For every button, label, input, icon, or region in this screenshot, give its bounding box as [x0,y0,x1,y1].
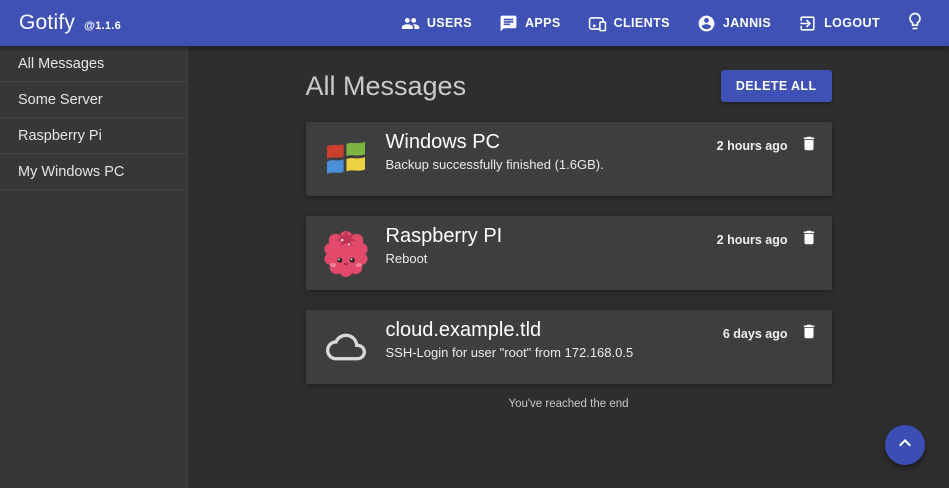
message-title: Raspberry PI [386,225,717,248]
raspberry-icon [323,228,369,278]
sidebar-item-label: My Windows PC [18,164,124,180]
nav-users[interactable]: USERS [401,14,472,33]
scroll-to-top-button[interactable] [885,425,925,465]
nav-account-label: JANNIS [723,16,771,30]
message-timestamp: 6 days ago [723,327,788,341]
delete-message-button[interactable] [799,321,819,347]
delete-all-button[interactable]: DELETE ALL [721,70,832,102]
chat-icon [499,14,518,33]
nav-logout[interactable]: LOGOUT [798,14,880,33]
nav-users-label: USERS [427,16,472,30]
exit-to-app-icon [798,14,817,33]
sidebar-item-label: All Messages [18,56,104,72]
page-layout: All Messages Some Server Raspberry Pi My… [0,46,949,488]
page-title: All Messages [306,71,467,102]
nav-logout-label: LOGOUT [824,16,880,30]
sidebar-item-label: Some Server [18,92,103,108]
chevron-up-icon [893,431,917,460]
app-title: Gotify [19,11,75,35]
people-icon [401,14,420,33]
message-title: Windows PC [386,131,717,154]
sidebar-item-label: Raspberry Pi [18,128,102,144]
message-timestamp: 2 hours ago [717,139,788,153]
message-text: Windows PC Backup successfully finished … [386,122,717,173]
message-card: Raspberry PI Reboot 2 hours ago [306,216,832,290]
message-card: cloud.example.tld SSH-Login for user "ro… [306,310,832,384]
top-navbar: Gotify @1.1.6 USERS APPS CLIENTS JANNIS … [0,0,949,46]
windows-logo-icon [323,140,369,178]
message-timestamp: 2 hours ago [717,233,788,247]
nav-clients-label: CLIENTS [614,16,670,30]
message-meta: 2 hours ago [717,216,819,253]
sidebar-item-my-windows-pc[interactable]: My Windows PC [0,154,187,190]
messages-content: All Messages DELETE ALL Windows PC Backu… [306,46,832,410]
sidebar-item-raspberry-pi[interactable]: Raspberry Pi [0,118,187,154]
trash-icon [800,228,818,252]
message-meta: 2 hours ago [717,122,819,159]
trash-icon [800,322,818,346]
account-circle-icon [697,14,716,33]
cloud-icon [323,327,369,367]
main-area: All Messages DELETE ALL Windows PC Backu… [188,46,949,488]
app-version: @1.1.6 [84,20,121,32]
app-brand[interactable]: Gotify @1.1.6 [19,11,121,35]
message-meta: 6 days ago [723,310,819,347]
message-body: SSH-Login for user "root" from 172.168.0… [386,345,723,361]
message-text: Raspberry PI Reboot [386,216,717,267]
delete-message-button[interactable] [799,227,819,253]
sidebar: All Messages Some Server Raspberry Pi My… [0,46,188,488]
nav-apps[interactable]: APPS [499,14,561,33]
message-title: cloud.example.tld [386,319,723,342]
message-body: Reboot [386,251,717,267]
delete-message-button[interactable] [799,133,819,159]
content-header: All Messages DELETE ALL [306,70,832,102]
devices-icon [588,14,607,33]
nav-clients[interactable]: CLIENTS [588,14,670,33]
sidebar-item-all-messages[interactable]: All Messages [0,46,187,82]
theme-toggle-button[interactable] [905,11,925,36]
end-of-list-text: You've reached the end [306,398,832,410]
navbar-menu: USERS APPS CLIENTS JANNIS LOGOUT [374,11,925,36]
sidebar-item-some-server[interactable]: Some Server [0,82,187,118]
nav-apps-label: APPS [525,16,561,30]
nav-user-account[interactable]: JANNIS [697,14,771,33]
trash-icon [800,134,818,158]
message-text: cloud.example.tld SSH-Login for user "ro… [386,310,723,361]
message-card: Windows PC Backup successfully finished … [306,122,832,196]
message-body: Backup successfully finished (1.6GB). [386,157,717,173]
lightbulb-icon [905,11,925,36]
